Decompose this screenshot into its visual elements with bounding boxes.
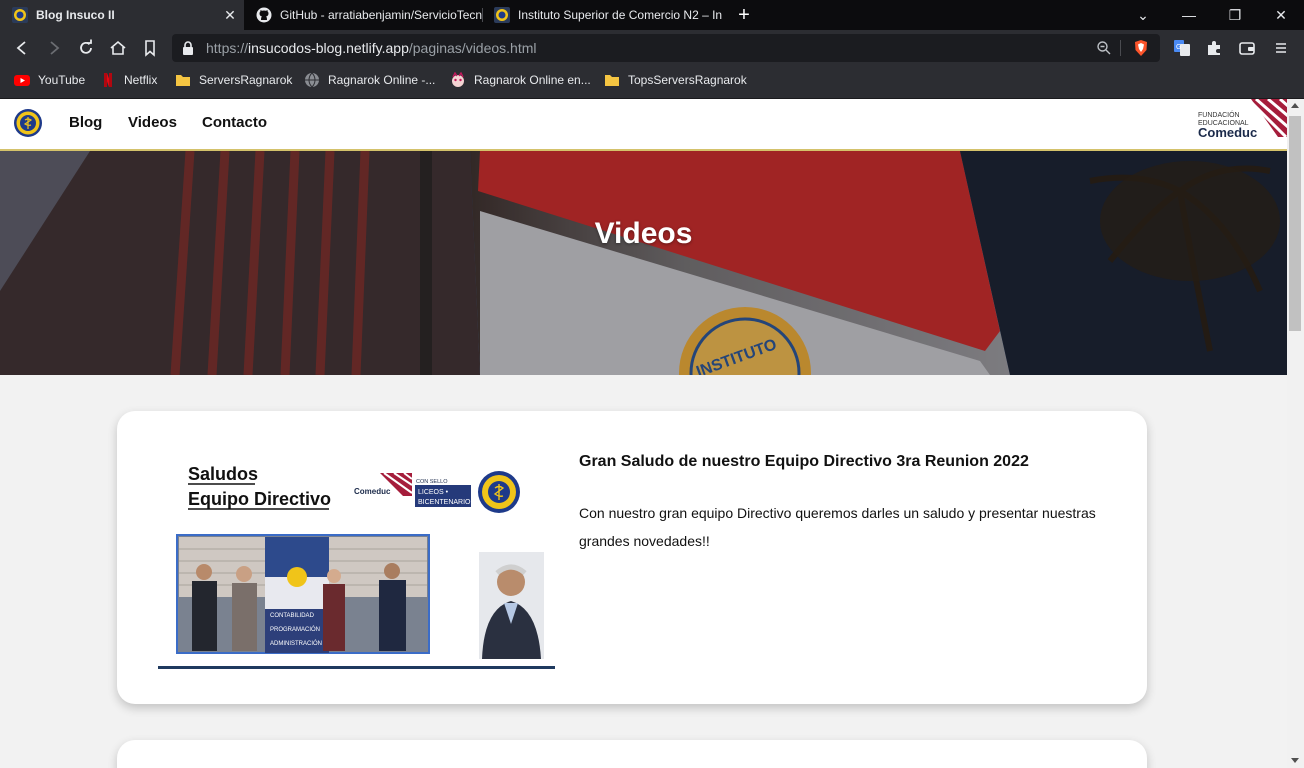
tab-search-button[interactable]: ⌄ xyxy=(1120,0,1166,30)
back-icon[interactable] xyxy=(12,38,32,58)
translate-icon[interactable]: G xyxy=(1173,39,1191,57)
page-scrollbar[interactable] xyxy=(1287,99,1304,768)
tab-github[interactable]: GitHub - arratiabenjamin/ServicioTecnico xyxy=(244,0,482,30)
scroll-up-arrow-icon[interactable] xyxy=(1291,103,1299,108)
brave-shields-icon[interactable] xyxy=(1132,39,1150,57)
video-title: Gran Saludo de nuestro Equipo Directivo … xyxy=(579,453,1029,470)
insuco-favicon-icon xyxy=(494,7,510,23)
video-card xyxy=(117,740,1147,768)
folder-icon xyxy=(605,75,619,86)
hero-banner: INSTITUTO Videos xyxy=(0,151,1287,375)
thumbnail-heading-line1: Saludos xyxy=(188,464,258,484)
comeduc-logo[interactable]: FUNDACIÓN EDUCACIONAL Comeduc xyxy=(1196,99,1287,141)
site-navbar: Blog Videos Contacto FUNDACIÓN EDUCACION… xyxy=(0,99,1287,151)
insuco-favicon-icon xyxy=(12,7,28,23)
bookmark-youtube[interactable]: YouTube xyxy=(14,66,85,94)
browser-toolbar: https://insucodos-blog.netlify.app/pagin… xyxy=(0,30,1304,66)
svg-text:Comeduc: Comeduc xyxy=(354,487,391,496)
tab-title: GitHub - arratiabenjamin/ServicioTecnico xyxy=(280,8,482,22)
banner-line3: ADMINISTRACIÓN xyxy=(270,640,322,647)
bookmark-icon[interactable] xyxy=(140,38,160,58)
minimize-button[interactable]: ― xyxy=(1166,0,1212,30)
browser-tab-strip: Blog Insuco II ✕ GitHub - arratiabenjami… xyxy=(0,0,1304,30)
comeduc-name: Comeduc xyxy=(1198,125,1257,140)
folder-icon xyxy=(176,75,190,86)
insuco-logo-icon[interactable] xyxy=(13,108,43,138)
github-icon xyxy=(256,7,272,23)
tab-title: Blog Insuco II xyxy=(36,8,115,22)
forward-icon[interactable] xyxy=(44,38,64,58)
url-text: https://insucodos-blog.netlify.app/pagin… xyxy=(206,40,537,56)
restore-button[interactable]: ❐ xyxy=(1212,0,1258,30)
globe-icon xyxy=(305,72,319,88)
banner-line1: CONTABILIDAD xyxy=(270,613,315,619)
tab-instituto[interactable]: Instituto Superior de Comercio N2 – Insu… xyxy=(482,0,722,30)
address-bar[interactable]: https://insucodos-blog.netlify.app/pagin… xyxy=(172,34,1160,62)
bookmarks-bar: YouTube Netflix ServersRagnarok Ragnarok… xyxy=(0,66,1304,99)
scroll-down-arrow-icon[interactable] xyxy=(1291,758,1299,763)
close-tab-icon[interactable]: ✕ xyxy=(222,7,238,23)
netflix-icon xyxy=(104,73,112,87)
seal-line2: BICENTENARIO xyxy=(418,499,471,506)
reload-icon[interactable] xyxy=(76,38,96,58)
thumbnail-heading-line2: Equipo Directivo xyxy=(188,489,331,509)
home-icon[interactable] xyxy=(108,38,128,58)
video-thumbnail[interactable]: Saludos Equipo Directivo Comeduc CON SEL… xyxy=(158,449,555,669)
lock-icon xyxy=(183,41,193,55)
hero-background-photo: INSTITUTO xyxy=(0,151,1287,375)
extensions-icon[interactable] xyxy=(1205,39,1223,57)
nav-link-videos[interactable]: Videos xyxy=(128,114,177,131)
bookmark-netflix[interactable]: Netflix xyxy=(100,66,157,94)
ragnarok-icon xyxy=(452,72,464,87)
video-card: Saludos Equipo Directivo Comeduc CON SEL… xyxy=(117,411,1147,704)
zoom-icon[interactable] xyxy=(1096,40,1112,56)
bookmark-ragnarok-online[interactable]: Ragnarok Online -... xyxy=(304,66,435,94)
video-description: Con nuestro gran equipo Directivo querem… xyxy=(579,505,1096,549)
banner-line2: PROGRAMACIÓN xyxy=(270,626,320,633)
tab-blog-insuco[interactable]: Blog Insuco II ✕ xyxy=(0,0,244,30)
seal-line1: LICEOS • xyxy=(418,489,449,496)
youtube-icon xyxy=(14,75,30,86)
close-window-button[interactable]: ✕ xyxy=(1258,0,1304,30)
page-title: Videos xyxy=(594,217,693,250)
seal-label: CON SELLO xyxy=(416,479,448,485)
comeduc-line1: FUNDACIÓN xyxy=(1198,110,1240,119)
menu-icon[interactable] xyxy=(1272,39,1290,57)
svg-text:G: G xyxy=(1176,44,1181,51)
tab-title: Instituto Superior de Comercio N2 – Insu… xyxy=(518,8,722,22)
bookmark-topsserversragnarok[interactable]: TopsServersRagnarok xyxy=(604,66,747,94)
page-viewport: Blog Videos Contacto FUNDACIÓN EDUCACION… xyxy=(0,99,1287,768)
bookmark-serversragnarok[interactable]: ServersRagnarok xyxy=(175,66,292,94)
bookmark-ragnarok-online-en[interactable]: Ragnarok Online en... xyxy=(450,66,591,94)
nav-link-blog[interactable]: Blog xyxy=(69,114,102,131)
wallet-icon[interactable] xyxy=(1238,39,1256,57)
new-tab-button[interactable]: + xyxy=(734,4,754,26)
nav-link-contacto[interactable]: Contacto xyxy=(202,114,267,131)
scrollbar-thumb[interactable] xyxy=(1289,116,1301,331)
